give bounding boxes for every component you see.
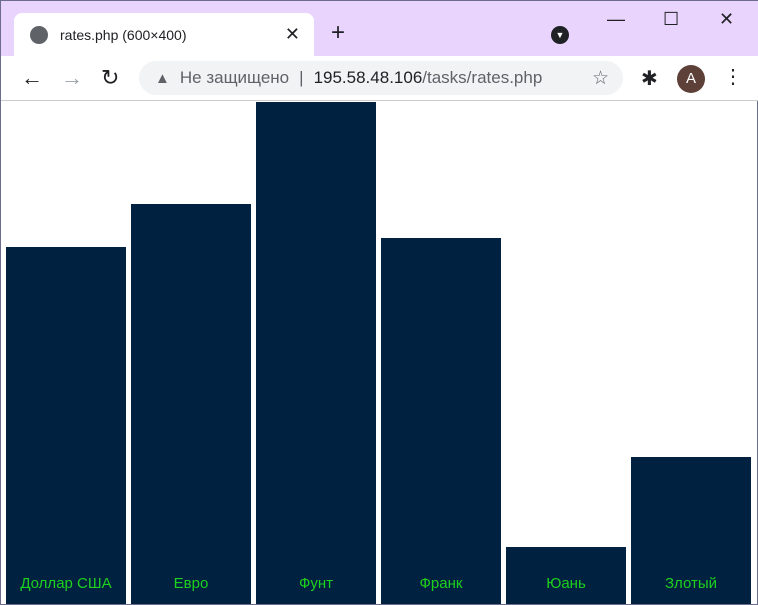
bar-5: Злотый: [631, 457, 751, 604]
tab-title: rates.php (600×400): [60, 26, 187, 43]
bar-label: Юань: [546, 575, 586, 592]
profile-dropdown-icon[interactable]: ▼: [551, 26, 569, 44]
extensions-puzzle-icon[interactable]: ✱: [641, 66, 658, 91]
security-label[interactable]: Не защищено: [180, 68, 289, 88]
new-tab-button[interactable]: +: [331, 19, 345, 47]
close-window-button[interactable]: ✕: [719, 9, 734, 30]
bar-4: Юань: [506, 547, 626, 604]
back-button[interactable]: ←: [21, 65, 43, 91]
reload-button[interactable]: ↻: [101, 65, 119, 91]
bar-2: Фунт: [256, 102, 376, 604]
browser-window: rates.php (600×400) ✕ + ▼ — ☐ ✕ ← → ↻ ▲ …: [0, 0, 758, 605]
more-menu-icon[interactable]: ⋮: [723, 64, 743, 89]
avatar[interactable]: A: [677, 65, 705, 93]
warning-icon[interactable]: ▲: [155, 70, 170, 87]
bar-label: Злотый: [664, 575, 718, 592]
bar-chart: Доллар США Евро Фунт Франк Юань Злотый: [4, 102, 756, 604]
globe-icon: [30, 25, 48, 44]
bar-0: Доллар США: [6, 247, 126, 604]
tab-active[interactable]: rates.php (600×400) ✕: [14, 13, 314, 56]
separator: |: [299, 68, 304, 87]
url-path[interactable]: /tasks/rates.php: [422, 68, 542, 88]
address-bar[interactable]: ▲ Не защищено | 195.58.48.106 /tasks/rat…: [139, 61, 623, 95]
maximize-button[interactable]: ☐: [663, 9, 679, 30]
bar-label: Фунт: [298, 575, 334, 592]
bar-1: Евро: [131, 204, 251, 604]
toolbar: ← → ↻ ▲ Не защищено | 195.58.48.106 /tas…: [1, 56, 758, 101]
bar-label: Евро: [173, 575, 209, 592]
bar-label: Франк: [419, 575, 463, 592]
url-host[interactable]: 195.58.48.106: [314, 68, 423, 88]
title-bar: rates.php (600×400) ✕ + ▼ — ☐ ✕: [1, 1, 758, 56]
bar-3: Франк: [381, 238, 501, 604]
bookmark-star-icon[interactable]: ☆: [592, 67, 609, 90]
minimize-button[interactable]: —: [607, 9, 625, 30]
bar-label: Доллар США: [20, 575, 112, 592]
forward-button[interactable]: →: [61, 65, 83, 91]
close-tab-icon[interactable]: ✕: [285, 24, 300, 45]
